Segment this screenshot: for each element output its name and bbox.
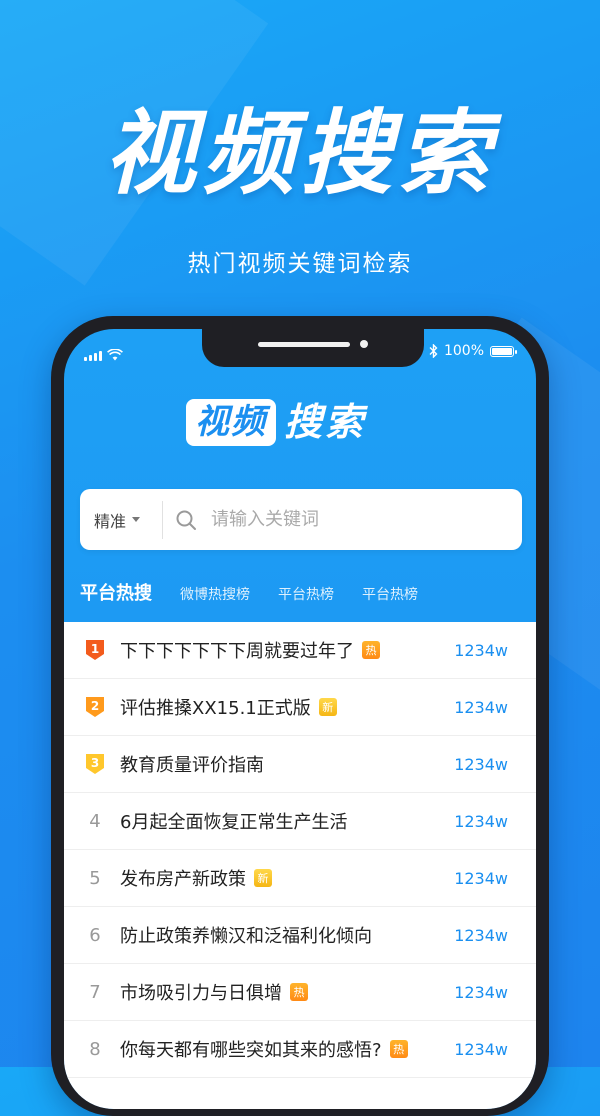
list-item-title: 6月起全面恢复正常生产生活 xyxy=(120,812,348,833)
search-icon xyxy=(176,510,196,530)
front-camera xyxy=(360,340,368,348)
list-item-title: 评估推搡XX15.1正式版 xyxy=(120,698,311,719)
list-item-title: 防止政策养懒汉和泛福利化倾向 xyxy=(120,926,372,947)
status-bar-right: 100% xyxy=(429,343,517,359)
search-mode-label: 精准 xyxy=(94,511,127,531)
list-item-count: 1234w xyxy=(454,1039,508,1059)
list-item-count: 1234w xyxy=(454,811,508,831)
phone-frame: 100% 视频 搜索 精准 平台热搜 微博热搜榜 平台热榜 平 xyxy=(51,316,549,1116)
tab-platform-hot-list-2[interactable]: 平台热榜 xyxy=(362,584,418,604)
hot-badge: 热 xyxy=(362,641,380,659)
list-item-title: 市场吸引力与日俱增 xyxy=(120,983,282,1004)
app-logo-text: 搜索 xyxy=(284,399,367,444)
rank-number: 6 xyxy=(89,924,101,946)
tab-bar: 平台热搜 微博热搜榜 平台热榜 平台热榜 xyxy=(80,579,418,605)
search-input[interactable] xyxy=(209,508,493,531)
rank-medal-icon: 3 xyxy=(86,754,104,774)
tab-platform-hot-list[interactable]: 平台热榜 xyxy=(278,584,334,604)
list-item-count: 1234w xyxy=(454,697,508,717)
list-item-title: 发布房产新政策 xyxy=(120,869,246,890)
status-bar-left xyxy=(84,349,123,361)
app-logo: 视频 搜索 xyxy=(186,399,366,446)
promo-subtitle: 热门视频关键词检索 xyxy=(187,251,413,277)
search-bar: 精准 xyxy=(80,489,522,550)
hot-badge: 热 xyxy=(290,983,308,1001)
bluetooth-icon xyxy=(429,344,438,358)
list-item[interactable]: 8 你每天都有哪些突如其来的感悟? 热 1234w xyxy=(64,1021,536,1078)
rank-number: 4 xyxy=(89,810,101,832)
app-logo-box: 视频 xyxy=(186,399,276,446)
signal-icon xyxy=(84,351,102,361)
list-item[interactable]: 3 教育质量评价指南 1234w xyxy=(64,736,536,793)
list-item-count: 1234w xyxy=(454,640,508,660)
rank-medal-icon: 1 xyxy=(86,640,104,660)
list-item-count: 1234w xyxy=(454,982,508,1002)
list-item[interactable]: 2 评估推搡XX15.1正式版 新 1234w xyxy=(64,679,536,736)
speaker-grille xyxy=(258,342,350,347)
battery-icon xyxy=(490,345,517,357)
list-item[interactable]: 5 发布房产新政策 新 1234w xyxy=(64,850,536,907)
list-item-count: 1234w xyxy=(454,868,508,888)
rank-number: 5 xyxy=(89,867,101,889)
rank-medal-icon: 2 xyxy=(86,697,104,717)
search-divider xyxy=(162,500,163,539)
list-item-title: 你每天都有哪些突如其来的感悟? xyxy=(120,1040,382,1061)
list-item[interactable]: 4 6月起全面恢复正常生产生活 1234w xyxy=(64,793,536,850)
list-item[interactable]: 6 防止政策养懒汉和泛福利化倾向 1234w xyxy=(64,907,536,964)
promo-title: 视频搜索 xyxy=(103,100,496,207)
hot-search-list: 1 下下下下下下下周就要过年了 热 1234w 2 评估推搡XX15.1正式版 … xyxy=(64,622,536,1109)
hot-badge: 热 xyxy=(389,1040,408,1058)
list-item-title: 教育质量评价指南 xyxy=(120,755,264,776)
list-item-count: 1234w xyxy=(454,925,508,945)
battery-fill xyxy=(492,347,512,355)
tab-weibo-hot-list[interactable]: 微博热搜榜 xyxy=(180,584,250,604)
list-item[interactable]: 1 下下下下下下下周就要过年了 热 1234w xyxy=(64,622,536,679)
list-item[interactable]: 7 市场吸引力与日俱增 热 1234w xyxy=(64,964,536,1021)
search-mode-dropdown[interactable]: 精准 xyxy=(80,508,162,532)
tab-platform-hot-search[interactable]: 平台热搜 xyxy=(80,579,152,605)
phone-notch xyxy=(202,329,424,367)
wifi-icon xyxy=(107,349,123,361)
list-item-count: 1234w xyxy=(454,754,508,774)
caret-down-icon xyxy=(132,517,141,522)
new-badge: 新 xyxy=(318,698,337,716)
new-badge: 新 xyxy=(254,869,272,887)
rank-number: 8 xyxy=(89,1038,101,1060)
list-item-title: 下下下下下下下周就要过年了 xyxy=(120,641,354,662)
rank-number: 7 xyxy=(89,981,101,1003)
phone-screen: 100% 视频 搜索 精准 平台热搜 微博热搜榜 平台热榜 平 xyxy=(64,329,536,1109)
battery-percent: 100% xyxy=(443,343,484,359)
